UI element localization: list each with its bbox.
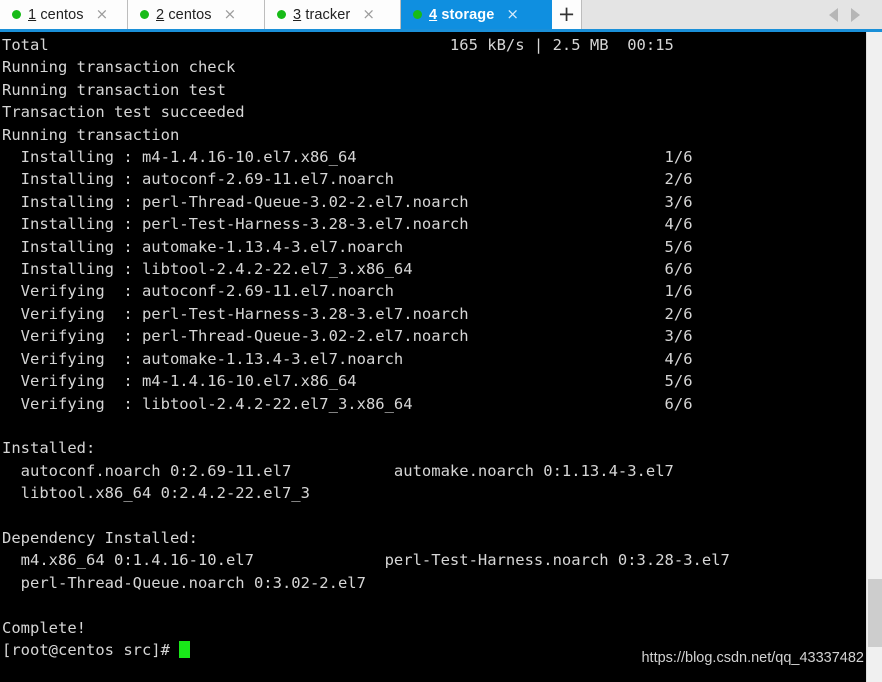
vertical-scrollbar[interactable] (866, 32, 882, 682)
tab-status-dot-icon (277, 10, 286, 19)
tab-bar: 1 centos × 2 centos × 3 tracker × 4 stor… (0, 0, 882, 32)
terminal-cursor (178, 640, 190, 658)
close-icon[interactable]: × (506, 7, 519, 22)
tab-3-tracker[interactable]: 3 tracker × (265, 0, 401, 29)
tab-status-dot-icon (12, 10, 21, 19)
shell-prompt: [root@centos src]# (2, 640, 170, 659)
tab-name: centos (168, 6, 212, 23)
tab-scroll-right-button[interactable] (844, 0, 866, 29)
watermark: https://blog.csdn.net/qq_43337482 (641, 650, 864, 666)
chevron-right-icon (850, 7, 860, 22)
tab-number: 2 (156, 6, 165, 23)
tab-name: tracker (305, 6, 351, 23)
terminal-output-pane[interactable]: Total 165 kB/s | 2.5 MB 00:15 Running tr… (0, 32, 866, 682)
chevron-left-icon (828, 7, 838, 22)
close-icon[interactable]: × (362, 7, 375, 22)
terminal-window: 1 centos × 2 centos × 3 tracker × 4 stor… (0, 0, 882, 682)
scrollbar-thumb[interactable] (868, 579, 882, 647)
new-tab-button[interactable]: + (552, 0, 582, 29)
tab-status-dot-icon (140, 10, 149, 19)
tab-label: 3 tracker (293, 7, 350, 23)
tab-number: 4 (429, 6, 438, 23)
tab-bar-filler (582, 0, 882, 29)
tab-status-dot-icon (413, 10, 422, 19)
tab-4-storage[interactable]: 4 storage × (401, 0, 552, 29)
terminal-text: Total 165 kB/s | 2.5 MB 00:15 Running tr… (2, 34, 866, 661)
tab-number: 3 (293, 6, 302, 23)
tab-name: storage (441, 6, 495, 23)
tab-1-centos[interactable]: 1 centos × (0, 0, 128, 29)
tab-scroll-left-button[interactable] (822, 0, 844, 29)
tab-label: 1 centos (28, 7, 84, 23)
tab-2-centos[interactable]: 2 centos × (128, 0, 265, 29)
terminal-lines: Total 165 kB/s | 2.5 MB 00:15 Running tr… (2, 36, 730, 637)
tab-label: 2 centos (156, 7, 212, 23)
tab-number: 1 (28, 6, 37, 23)
tab-name: centos (40, 6, 84, 23)
close-icon[interactable]: × (224, 7, 237, 22)
close-icon[interactable]: × (96, 7, 109, 22)
tab-label: 4 storage (429, 7, 494, 23)
